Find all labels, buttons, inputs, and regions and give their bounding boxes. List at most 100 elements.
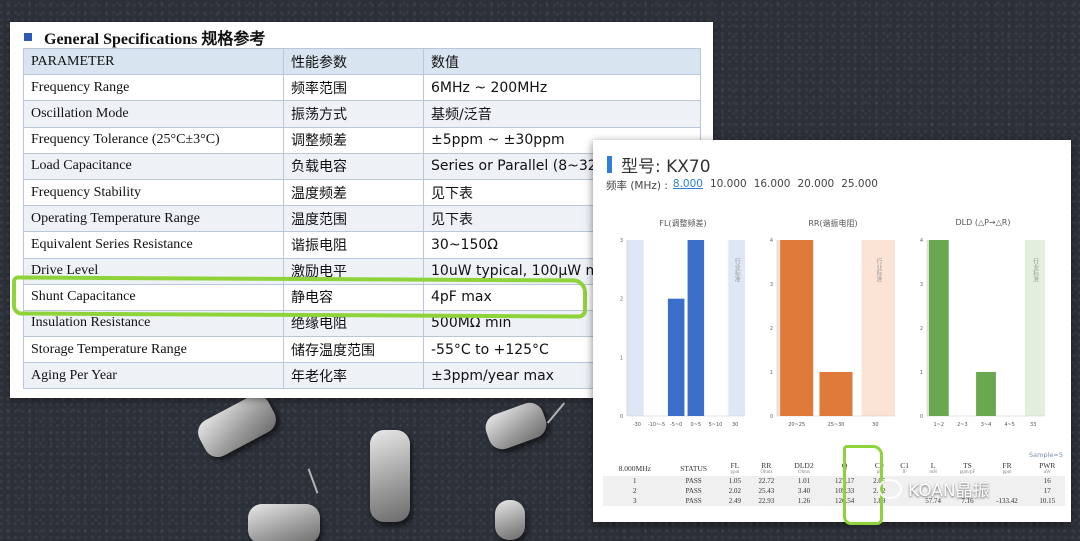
header-unit: fF [902, 470, 907, 475]
shunt-capacitance-highlight [11, 275, 588, 319]
c0-column-highlight [843, 445, 883, 525]
title-accent-bar [607, 156, 612, 173]
crystal-lead [546, 402, 566, 424]
freq-option[interactable]: 16.000 [754, 178, 791, 193]
results-header-cell: STATUS [667, 460, 721, 476]
crystal-lead [307, 468, 319, 494]
spec-header-row: PARAMETER 性能参数 数值 [23, 47, 701, 76]
results-cell: PASS [666, 476, 721, 486]
spec-parameter-cell: Operating Temperature Range [23, 205, 284, 233]
spec-value-cell: 基频/泛音 [423, 100, 701, 128]
results-cell: 3 [603, 496, 667, 506]
header-parameter: PARAMETER [23, 47, 284, 76]
spec-cn-cell: 振荡方式 [283, 100, 424, 128]
y-tick-label: 3 [770, 282, 773, 288]
x-tick-label: 5~10 [709, 422, 723, 428]
spec-cn-cell: 储存温度范围 [283, 336, 424, 364]
bar [780, 240, 814, 416]
x-tick-label: 30 [872, 422, 878, 428]
results-header-cell: RR Ohms [749, 460, 784, 476]
header-label: FR [1002, 461, 1012, 470]
results-cell: -133.42 [984, 496, 1030, 506]
x-tick-label: 33 [1030, 422, 1036, 428]
frequency-selector: 频率 (MHz) : 8.000 10.000 16.000 20.000 25.000 [606, 178, 878, 193]
results-row: 2 PASS 2.02 25.43 3.40 105.33 2.02 17 [603, 486, 1065, 496]
band-label: 行业标准 [733, 257, 740, 283]
results-cell [984, 476, 1030, 486]
fl-chart-svg: 行业标准 0 1 2 3 -30 -10~-5 -5~0 0~5 5~10 30 [620, 238, 745, 428]
freq-option[interactable]: 8.000 [673, 178, 703, 193]
header-label: FL [730, 461, 740, 470]
results-cell: 2.49 [720, 496, 750, 506]
y-tick-label: 4 [920, 238, 923, 244]
freq-option[interactable]: 25.000 [841, 178, 878, 193]
results-cell: 2.02 [720, 486, 750, 496]
watermark: KOAN晶振 [878, 476, 990, 501]
fl-chart: FL(调整频差) 行业标准 0 1 2 3 -30 -10~-5 -5~0 0~5 5~10 30 [613, 218, 753, 433]
x-tick-label: 3~4 [981, 422, 992, 428]
spec-cn-cell: 频率范围 [283, 74, 424, 102]
spec-cn-cell: 负载电容 [283, 152, 424, 180]
crystal-component [370, 430, 410, 522]
header-unit: uW [1043, 470, 1051, 475]
rr-chart-svg: 行业标准 0 1 2 3 4 20~25 25~30 30 [770, 238, 895, 428]
spec-cn-cell: 调整频差 [283, 126, 424, 154]
freq-label: 频率 (MHz) : [606, 180, 668, 192]
spec-parameter-cell: Frequency Tolerance (25°C±3°C) [23, 126, 284, 154]
dld-chart-svg: 行业标准 0 1 2 3 4 1~2 2~3 3~4 4~5 33 [920, 238, 1045, 428]
bar [819, 372, 853, 416]
freq-option[interactable]: 10.000 [710, 178, 747, 193]
results-header-cell: TS ppm/pF [950, 460, 984, 476]
band-label: 行业标准 [875, 257, 882, 283]
header-label: 8.000MHz [618, 463, 651, 473]
header-value: 数值 [423, 47, 701, 76]
spec-cn-cell: 谐振电阻 [283, 231, 424, 259]
spec-cn-cell: 温度频差 [283, 178, 424, 207]
results-cell: 1.05 [720, 476, 750, 486]
crystal-component [481, 398, 551, 454]
rr-chart: RR(谐振电阻) 行业标准 0 1 2 3 4 20~25 25~30 30 [763, 218, 903, 433]
header-cn-parameter: 性能参数 [283, 47, 424, 76]
results-cell [984, 486, 1030, 496]
dld-chart: DLD (△P→△R) 行业标准 0 1 2 3 4 1~2 2~3 3~4 4~5 33 [913, 218, 1053, 433]
bar [667, 298, 685, 416]
results-cell: 25.43 [749, 486, 784, 496]
header-unit: mH [929, 470, 937, 475]
x-tick-label: 4~5 [1004, 422, 1015, 428]
results-header-cell: PWR uW [1029, 460, 1065, 476]
y-tick-label: 0 [620, 414, 623, 420]
spec-band-left [627, 240, 644, 416]
results-cell: 10.15 [1029, 496, 1065, 506]
spec-parameter-cell: Frequency Stability [23, 178, 284, 207]
header-unit: Ohms [760, 470, 773, 475]
crystal-component [495, 500, 525, 540]
results-table: 8.000MHz STATUS FL ppm RR Ohms DLD2 Ohms Qk C0 pF C… [603, 460, 1065, 506]
results-cell: 17 [1029, 486, 1065, 496]
bar [928, 240, 949, 416]
x-tick-label: 0~5 [691, 422, 702, 428]
x-tick-label: 25~30 [828, 422, 845, 428]
crystal-component [248, 504, 320, 541]
spec-cn-cell: 年老化率 [283, 362, 424, 390]
spec-parameter-cell: Equivalent Series Resistance [23, 231, 284, 259]
results-header-cell: LmH [916, 460, 951, 476]
x-tick-label: 1~2 [934, 422, 945, 428]
x-tick-label: -30 [633, 422, 641, 428]
header-label: TS [963, 461, 972, 470]
header-label: C1 [900, 461, 909, 470]
y-tick-label: 3 [920, 282, 923, 288]
sample-note: Sample=5 [1029, 451, 1063, 459]
results-header-cell: 8.000MHz [603, 460, 667, 476]
spec-value-cell: 6MHz ~ 200MHz [423, 74, 701, 102]
header-label: RR [761, 461, 772, 470]
spec-title-text: General Specifications 规格参考 [44, 31, 266, 48]
y-tick-label: 4 [770, 238, 773, 244]
x-tick-label: 2~3 [957, 422, 968, 428]
freq-option[interactable]: 20.000 [797, 178, 834, 193]
y-tick-label: 1 [920, 370, 923, 376]
y-tick-label: 2 [770, 326, 773, 332]
kx70-test-panel: 型号: KX70 频率 (MHz) : 8.000 10.000 16.000 20.… [593, 140, 1071, 522]
x-tick-label: -10~-5 [648, 422, 665, 428]
header-label: PWR [1039, 461, 1056, 470]
spec-row: Oscillation Mode 振荡方式 基频/泛音 [23, 100, 701, 128]
